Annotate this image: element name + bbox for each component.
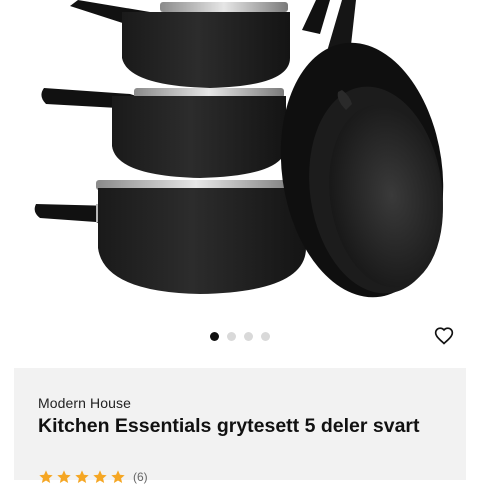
star-icon <box>111 470 125 483</box>
carousel-dot-2[interactable] <box>227 332 236 341</box>
small-saucepan <box>70 0 290 88</box>
product-brand[interactable]: Modern House <box>38 395 131 411</box>
cookware-set-illustration <box>34 0 444 298</box>
product-info-card: Modern House Kitchen Essentials gryteset… <box>14 368 466 484</box>
carousel-dot-1[interactable] <box>210 332 219 341</box>
carousel-dot-3[interactable] <box>244 332 253 341</box>
carousel-dot-4[interactable] <box>261 332 270 341</box>
rating-count: (6) <box>133 470 148 484</box>
image-carousel-indicator <box>0 332 480 342</box>
medium-pot <box>41 88 286 178</box>
star-icon <box>39 470 53 483</box>
product-rating[interactable]: (6) <box>38 469 148 485</box>
star-icon <box>75 470 89 483</box>
star-icon <box>57 470 71 483</box>
heart-outline-icon <box>434 327 454 345</box>
favorite-button[interactable] <box>434 326 454 346</box>
product-title: Kitchen Essentials grytesett 5 deler sva… <box>38 415 420 437</box>
product-image[interactable] <box>0 0 480 320</box>
star-icon <box>93 470 107 483</box>
casserole-pot <box>34 180 306 294</box>
